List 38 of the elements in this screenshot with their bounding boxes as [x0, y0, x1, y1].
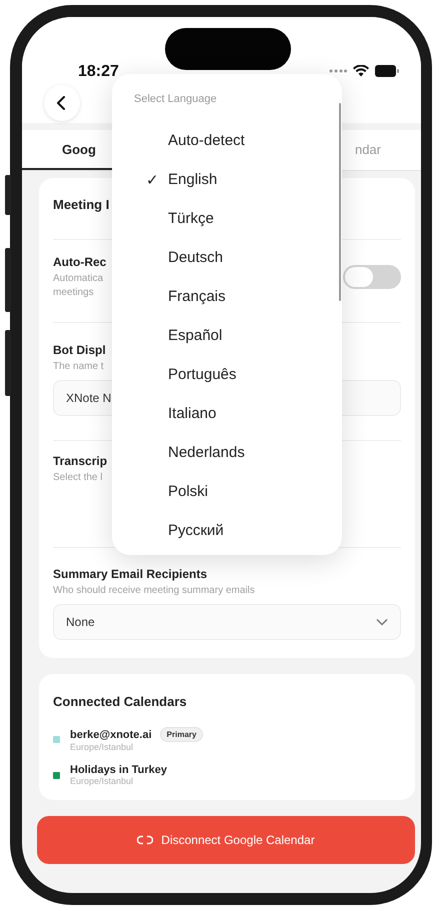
setting-label: Transcrip — [53, 454, 108, 468]
checkmark-icon: ✓ — [146, 170, 160, 188]
setting-description: meetings — [53, 286, 95, 300]
language-option[interactable]: Deutsch — [112, 238, 342, 277]
language-option[interactable]: Français — [112, 277, 342, 316]
link-icon — [137, 835, 154, 845]
chevron-down-icon — [376, 618, 388, 626]
calendar-timezone: Europe/Istanbul — [70, 742, 134, 752]
setting-description: Who should receive meeting summary emails — [53, 584, 256, 598]
setting-description: Automatica — [53, 272, 104, 286]
setting-description: The name t — [53, 360, 105, 374]
dropdown-field[interactable]: None — [53, 604, 401, 640]
section-title: Meeting I — [53, 197, 110, 212]
setting-label: Bot Displ — [53, 343, 107, 357]
disconnect-button[interactable]: Disconnect Google Calendar — [37, 816, 415, 864]
language-option[interactable]: Türkçe — [112, 199, 342, 238]
language-option[interactable]: Polski — [112, 472, 342, 511]
status-time: 18:27 — [78, 63, 119, 82]
back-button[interactable] — [44, 85, 80, 121]
menu-title: Select Language — [134, 93, 217, 105]
language-option[interactable]: Español — [112, 316, 342, 355]
primary-badge: Primary — [160, 727, 204, 742]
chevron-left-icon — [56, 96, 68, 110]
section-title: Connected Calendars — [53, 694, 188, 709]
setting-description: Select the l — [53, 471, 104, 485]
setting-label: Summary Email Recipients — [53, 567, 208, 581]
setting-label: Auto-Rec — [53, 255, 106, 269]
calendar-name: berke@xnote.ai — [70, 728, 152, 740]
language-option[interactable]: Русский — [112, 511, 342, 550]
battery-icon — [375, 65, 399, 77]
calendar-name: Holidays in Turkey — [70, 764, 167, 776]
wifi-icon — [353, 65, 369, 77]
signal-icon — [329, 69, 347, 73]
language-option[interactable]: Português — [112, 355, 342, 394]
toggle-switch[interactable] — [343, 265, 401, 289]
language-option[interactable]: Italiano — [112, 394, 342, 433]
calendar-timezone: Europe/Istanbul — [70, 776, 134, 786]
language-option[interactable]: Nederlands — [112, 433, 342, 472]
